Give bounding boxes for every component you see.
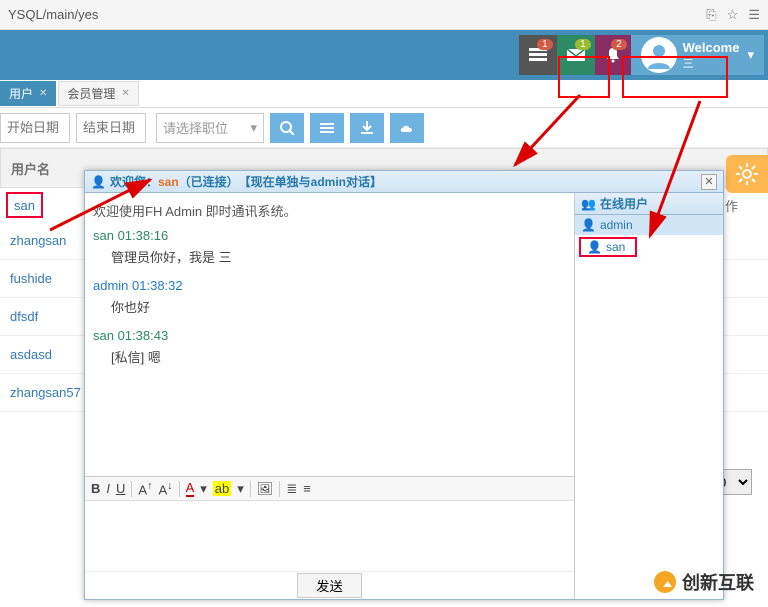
- settings-gear[interactable]: [726, 155, 768, 193]
- chat-log[interactable]: 欢迎使用FH Admin 即时通讯系统。 san 01:38:16 管理员你好，…: [85, 193, 574, 477]
- tab-member[interactable]: 会员管理 ✕: [58, 81, 138, 106]
- send-button[interactable]: 发送: [297, 573, 362, 598]
- ul-button[interactable]: ≡: [303, 481, 311, 496]
- online-header: 👥 在线用户: [575, 193, 723, 215]
- address-bar: YSQL/main/yes ⎘ ☆ ☰: [0, 0, 768, 30]
- chat-area: 欢迎使用FH Admin 即时通讯系统。 san 01:38:16 管理员你好，…: [85, 193, 575, 599]
- chat-dialog: 👤 欢迎您： san （已连接） 【现在单独与admin对话】 ✕ 欢迎使用FH…: [84, 170, 724, 600]
- ol-button[interactable]: ≣: [286, 481, 297, 497]
- image-button[interactable]: 🖼: [257, 481, 274, 497]
- role-select-label: 请选择职位: [163, 118, 228, 137]
- bell-badge: 2: [611, 39, 627, 50]
- title-status: （已连接）: [179, 173, 239, 190]
- url-text: YSQL/main/yes: [8, 7, 706, 22]
- editor-toolbar: B I U A↑ A↓ A▾ ab▾ 🖼 ≣ ≡: [85, 477, 574, 501]
- msg-text: 管理员你好，我是 三: [93, 245, 566, 274]
- avatar: [641, 37, 677, 73]
- list-button[interactable]: [310, 113, 344, 143]
- highlight-button[interactable]: ab: [213, 481, 231, 496]
- chevron-down-icon: ▾: [250, 120, 257, 136]
- msg-meta: san 01:38:43: [93, 328, 566, 343]
- online-user-san[interactable]: 👤 san: [579, 237, 637, 257]
- online-user-admin[interactable]: 👤 admin: [575, 215, 723, 235]
- start-date-input[interactable]: [0, 113, 70, 143]
- msg-meta: san 01:38:16: [93, 228, 566, 243]
- role-select[interactable]: 请选择职位 ▾: [156, 113, 264, 143]
- welcome-label: Welcome: [683, 40, 740, 55]
- system-line: 欢迎使用FH Admin 即时通讯系统。: [93, 201, 566, 220]
- end-date-input[interactable]: [76, 113, 146, 143]
- user-icon: 👤: [91, 175, 106, 189]
- user-row-san[interactable]: san: [6, 192, 43, 218]
- bold-button[interactable]: B: [91, 481, 100, 496]
- welcome-user: 三: [683, 55, 740, 71]
- users-icon: 👥: [581, 197, 596, 211]
- download-button[interactable]: [350, 113, 384, 143]
- logo-icon: [654, 571, 676, 593]
- top-header: 1 1 2 Welcome 三 ▾: [0, 30, 768, 80]
- title-user: san: [158, 175, 179, 189]
- user-icon: 👤: [581, 218, 596, 232]
- online-panel: 👥 在线用户 👤 admin 👤 san: [575, 193, 723, 599]
- cloud-button[interactable]: [390, 113, 424, 143]
- italic-button[interactable]: I: [106, 481, 110, 496]
- title-suffix: 【现在单独与admin对话】: [239, 173, 382, 190]
- underline-button[interactable]: U: [116, 481, 125, 496]
- tab-member-label: 会员管理: [67, 85, 115, 102]
- tasks-button[interactable]: 1: [519, 35, 557, 75]
- font-color-button[interactable]: A: [186, 480, 195, 497]
- dialog-title-bar[interactable]: 👤 欢迎您： san （已连接） 【现在单独与admin对话】 ✕: [85, 171, 723, 193]
- watermark-text: 创新互联: [682, 569, 754, 595]
- translate-icon[interactable]: ⎘: [706, 7, 716, 23]
- user-menu[interactable]: Welcome 三 ▾: [631, 35, 764, 75]
- mail-badge: 1: [575, 39, 591, 50]
- search-button[interactable]: [270, 113, 304, 143]
- menu-icon[interactable]: ☰: [748, 7, 760, 23]
- title-prefix: 欢迎您：: [110, 173, 158, 190]
- chevron-down-icon: ▾: [747, 47, 754, 63]
- col-username: 用户名: [1, 159, 60, 178]
- user-icon: 👤: [587, 240, 602, 254]
- close-button[interactable]: ✕: [701, 174, 717, 190]
- mail-button[interactable]: 1: [557, 35, 595, 75]
- tab-user-label: 用户: [9, 85, 33, 102]
- msg-text: 你也好: [93, 295, 566, 324]
- tabs: 用户 ✕ 会员管理 ✕: [0, 80, 768, 108]
- toolbar: 请选择职位 ▾: [0, 108, 768, 148]
- watermark: 创新互联: [654, 569, 754, 595]
- tasks-badge: 1: [537, 39, 553, 50]
- star-icon[interactable]: ☆: [727, 7, 739, 23]
- col-op: 作: [725, 196, 738, 215]
- tab-user[interactable]: 用户 ✕: [0, 81, 56, 106]
- msg-text: [私信] 嗯: [93, 345, 566, 374]
- message-input[interactable]: [85, 501, 574, 571]
- bell-button[interactable]: 2: [595, 35, 631, 75]
- font-up-button[interactable]: A↑: [138, 480, 152, 497]
- msg-meta: admin 01:38:32: [93, 278, 566, 293]
- close-icon[interactable]: ✕: [121, 88, 129, 99]
- font-down-button[interactable]: A↓: [159, 480, 173, 497]
- close-icon[interactable]: ✕: [39, 88, 47, 99]
